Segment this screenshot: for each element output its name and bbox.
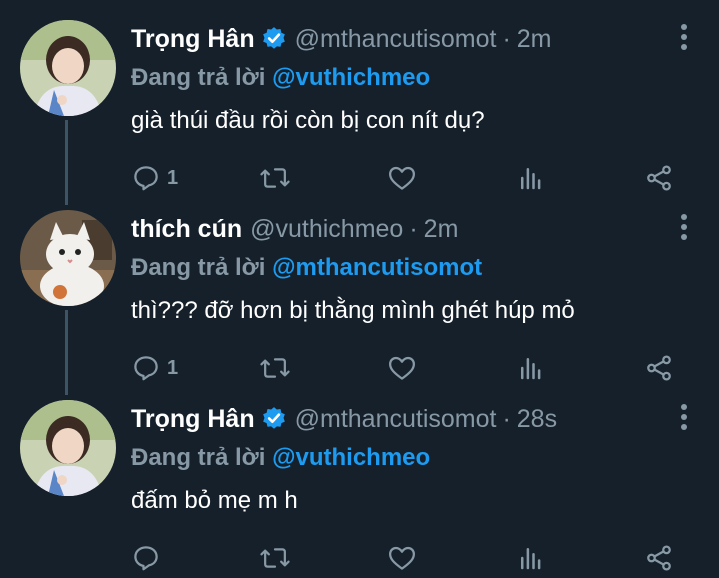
- reply-icon: [134, 166, 158, 191]
- reply-mention[interactable]: @vuthichmeo: [272, 64, 430, 91]
- analytics-button[interactable]: [516, 538, 546, 578]
- tweet[interactable]: thích cún @vuthichmeo · 2m Đang trả lời …: [0, 206, 719, 386]
- like-button[interactable]: [387, 348, 417, 388]
- reply-icon: [134, 546, 158, 571]
- reply-button[interactable]: [131, 538, 167, 578]
- retweet-button[interactable]: [259, 348, 291, 388]
- more-icon[interactable]: [679, 24, 689, 54]
- share-icon: [647, 165, 671, 191]
- share-icon: [647, 355, 671, 381]
- more-icon[interactable]: [679, 404, 689, 434]
- reply-icon: [134, 356, 158, 381]
- analytics-icon: [521, 358, 541, 380]
- retweet-button[interactable]: [259, 158, 291, 198]
- reply-context: Đang trả lời @vuthichmeo: [131, 442, 430, 474]
- analytics-icon: [521, 548, 541, 570]
- analytics-button[interactable]: [516, 348, 546, 388]
- avatar[interactable]: [20, 20, 116, 116]
- retweet-icon: [260, 548, 290, 568]
- retweet-button[interactable]: [259, 538, 291, 578]
- share-icon: [647, 545, 671, 571]
- action-bar: 1: [131, 158, 691, 198]
- separator-dot: ·: [409, 215, 418, 243]
- display-name[interactable]: Trọng Hân: [131, 402, 255, 436]
- reply-context: Đang trả lời @vuthichmeo: [131, 62, 430, 94]
- like-icon: [389, 356, 415, 380]
- avatar[interactable]: [20, 400, 116, 496]
- tweet-header: thích cún @vuthichmeo · 2m: [131, 212, 659, 246]
- display-name[interactable]: Trọng Hân: [131, 22, 255, 56]
- action-bar: 1: [131, 348, 691, 388]
- reply-button[interactable]: 1: [131, 158, 178, 198]
- analytics-button[interactable]: [516, 158, 546, 198]
- like-button[interactable]: [387, 158, 417, 198]
- like-icon: [389, 546, 415, 570]
- retweet-icon: [260, 358, 290, 378]
- retweet-icon: [260, 168, 290, 188]
- person-avatar-image: [20, 400, 116, 496]
- cat-avatar-image: [20, 210, 116, 306]
- reply-mention[interactable]: @vuthichmeo: [272, 444, 430, 471]
- separator-dot: ·: [502, 405, 511, 433]
- reply-button[interactable]: 1: [131, 348, 178, 388]
- separator-dot: ·: [502, 25, 511, 53]
- like-button[interactable]: [387, 538, 417, 578]
- timestamp[interactable]: 2m: [517, 22, 552, 56]
- reply-prefix: Đang trả lời: [131, 444, 266, 471]
- more-icon[interactable]: [679, 214, 689, 244]
- reply-count: 1: [167, 356, 179, 379]
- like-icon: [389, 166, 415, 190]
- reply-count: 1: [167, 166, 179, 189]
- reply-prefix: Đang trả lời: [131, 254, 266, 281]
- action-bar: [131, 538, 691, 578]
- verified-icon: [262, 407, 285, 429]
- handle[interactable]: @mthancutisomot: [295, 402, 497, 436]
- tweet[interactable]: Trọng Hân @mthancutisomot · 28s Đang trả…: [0, 396, 719, 571]
- verified-icon: [262, 27, 285, 49]
- tweet-text: thì??? đỡ hơn bị thằng mình ghét húp mỏ: [131, 297, 575, 324]
- tweet-header: Trọng Hân @mthancutisomot · 28s: [131, 402, 659, 436]
- reply-prefix: Đang trả lời: [131, 64, 266, 91]
- tweet-text: già thúi đầu rồi còn bị con nít dụ?: [131, 107, 485, 134]
- reply-context: Đang trả lời @mthancutisomot: [131, 252, 482, 284]
- tweet-header: Trọng Hân @mthancutisomot · 2m: [131, 22, 659, 56]
- avatar[interactable]: [20, 210, 116, 306]
- reply-mention[interactable]: @mthancutisomot: [272, 254, 482, 281]
- share-button[interactable]: [644, 538, 674, 578]
- display-name[interactable]: thích cún: [131, 212, 242, 246]
- tweet[interactable]: Trọng Hân @mthancutisomot · 2m Đang trả …: [0, 16, 719, 196]
- share-button[interactable]: [644, 158, 674, 198]
- handle[interactable]: @vuthichmeo: [250, 212, 403, 246]
- timestamp[interactable]: 2m: [424, 212, 459, 246]
- person-avatar-image: [20, 20, 116, 116]
- timestamp[interactable]: 28s: [517, 402, 557, 436]
- tweet-text: đấm bỏ mẹ m h: [131, 487, 298, 514]
- share-button[interactable]: [644, 348, 674, 388]
- analytics-icon: [521, 168, 541, 190]
- handle[interactable]: @mthancutisomot: [295, 22, 497, 56]
